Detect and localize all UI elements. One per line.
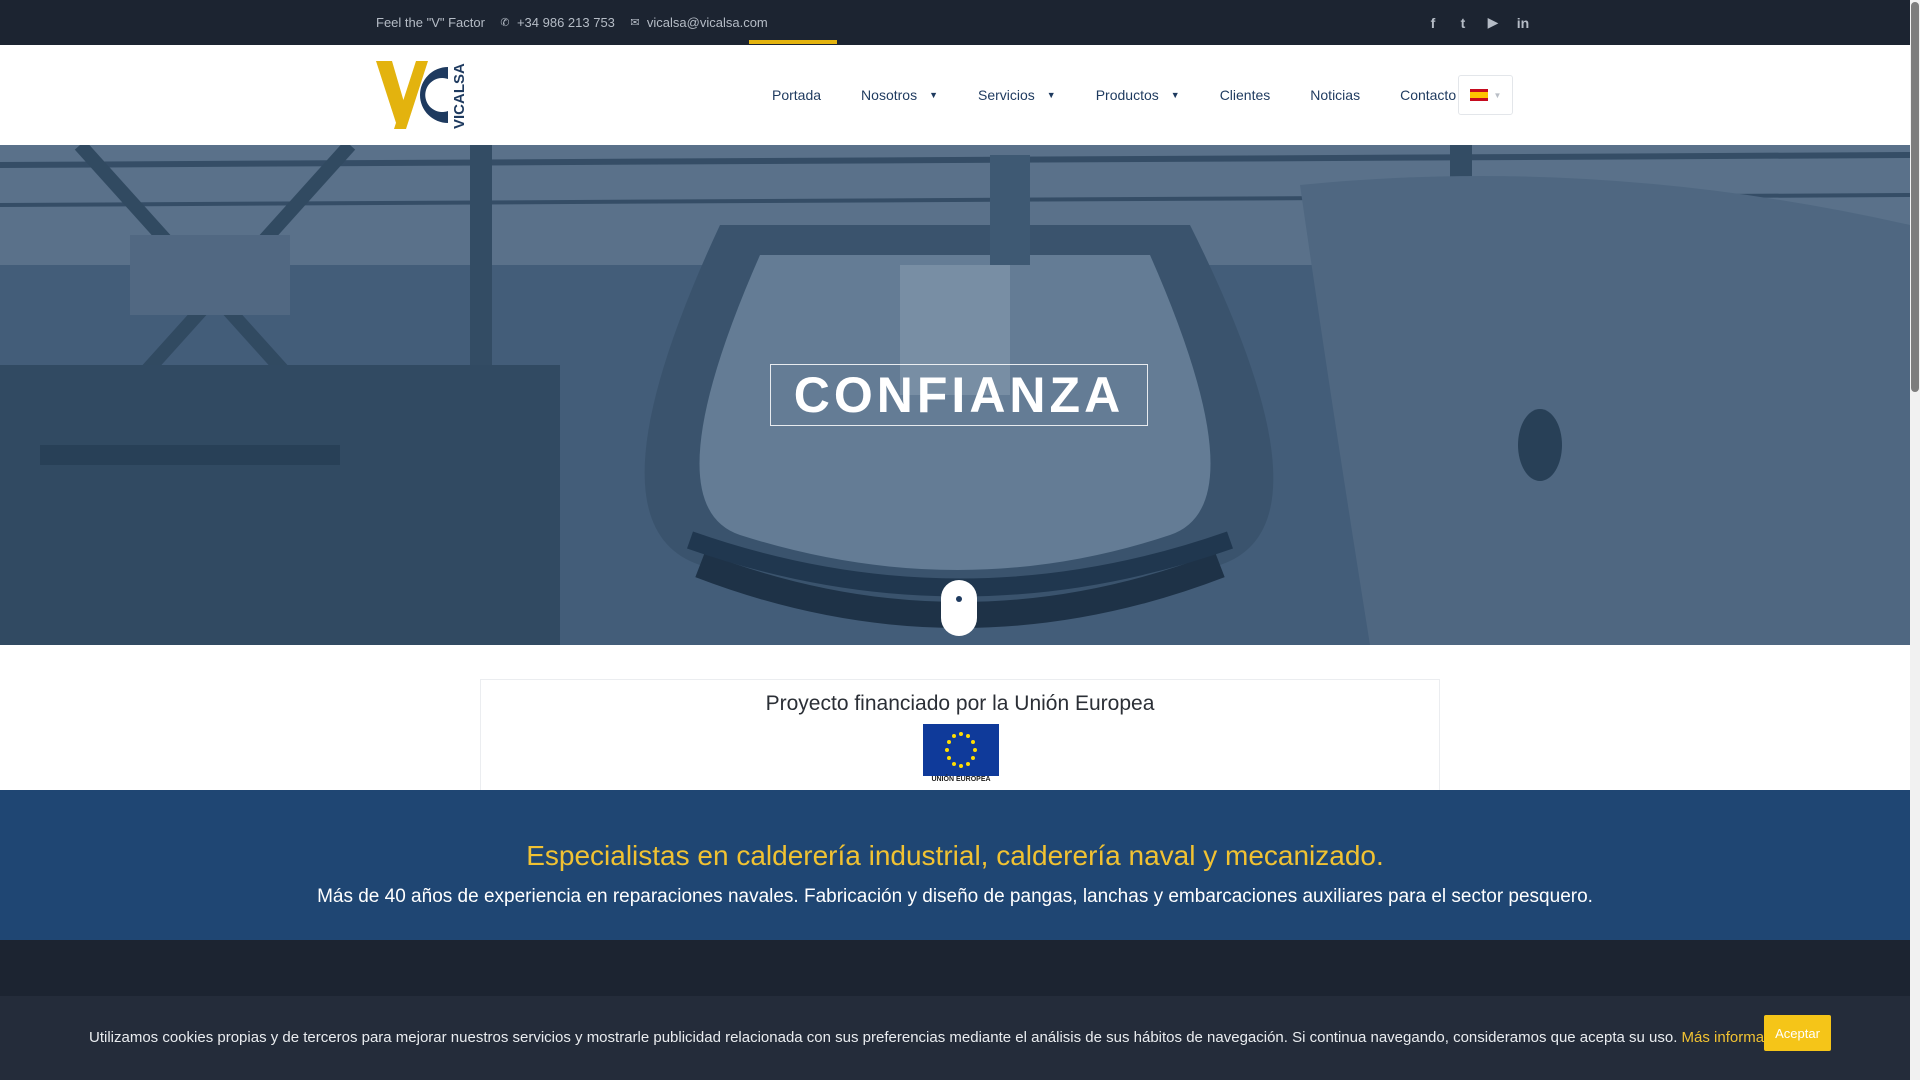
linkedin-icon[interactable]: in	[1516, 15, 1530, 31]
nav-servicios[interactable]: Servicios ▼	[958, 87, 1076, 103]
nav-label: Nosotros	[861, 87, 918, 103]
cookie-text: Utilizamos cookies propias y de terceros…	[89, 1029, 1678, 1046]
chevron-down-icon: ▼	[1493, 90, 1502, 100]
site-header: VICALSA Portada Nosotros ▼ Servicios ▼ Pro…	[0, 45, 1910, 145]
caret-down-icon: ▼	[1046, 90, 1056, 100]
facebook-icon[interactable]: f	[1426, 15, 1440, 31]
eu-flag-icon	[923, 724, 999, 776]
cookie-accept-button[interactable]: Aceptar	[1764, 1015, 1831, 1051]
scroll-dot	[956, 596, 962, 602]
tagline: Feel the "V" Factor	[376, 15, 485, 30]
caret-down-icon: ▼	[929, 90, 938, 100]
spain-flag-icon	[1469, 89, 1488, 101]
hero-slider: CONFIANZA	[0, 145, 1910, 645]
cookie-message: Utilizamos cookies propias y de terceros…	[89, 1029, 1796, 1046]
eu-funding-box: Proyecto financiado por la Unión Europea…	[480, 679, 1440, 790]
email-link[interactable]: ✉ vicalsa@vicalsa.com	[629, 15, 768, 30]
top-bar: Feel the "V" Factor ✆ +34 986 213 753 ✉ …	[0, 0, 1910, 45]
active-nav-indicator	[749, 40, 837, 44]
nav-clientes[interactable]: Clientes	[1200, 87, 1291, 103]
nav-label: Contacto	[1400, 87, 1457, 103]
hero-title-frame: CONFIANZA	[770, 364, 1148, 426]
main-nav: Portada Nosotros ▼ Servicios ▼ Productos ▼ …	[752, 45, 1476, 145]
nav-portada[interactable]: Portada	[752, 87, 841, 103]
social-links: f t ▶ in	[1426, 0, 1530, 45]
page-scrollbar[interactable]	[1910, 0, 1920, 1080]
eu-flag-label: UNIÓN EUROPEA	[931, 776, 991, 783]
banner-title: Especialistas en calderería industrial, …	[526, 840, 1384, 871]
eu-funding-title: Proyecto financiado por la Unión Europea	[765, 692, 1155, 715]
phone-icon: ✆	[500, 17, 510, 29]
hero-title: CONFIANZA	[793, 367, 1125, 423]
logo-text: VICALSA	[451, 63, 468, 129]
nav-label: Portada	[772, 87, 822, 103]
nav-label: Productos	[1095, 87, 1159, 103]
nav-nosotros[interactable]: Nosotros ▼	[841, 87, 958, 103]
scrollbar-thumb[interactable]	[1911, 2, 1919, 392]
vicalsa-logo[interactable]: VICALSA	[376, 59, 470, 131]
phone-number: +34 986 213 753	[516, 15, 615, 30]
banner-subtitle: Más de 40 años de experiencia en reparac…	[317, 886, 1593, 907]
specialties-banner: Especialistas en calderería industrial, …	[0, 790, 1910, 940]
youtube-icon[interactable]: ▶	[1486, 14, 1500, 31]
scroll-down-icon[interactable]	[941, 580, 977, 636]
envelope-icon: ✉	[630, 17, 640, 29]
nav-productos[interactable]: Productos ▼	[1076, 87, 1200, 103]
nav-noticias[interactable]: Noticias	[1290, 87, 1380, 103]
nav-label: Servicios	[978, 87, 1035, 103]
nav-label: Clientes	[1219, 87, 1271, 103]
phone-link[interactable]: ✆ +34 986 213 753	[499, 15, 615, 30]
caret-down-icon: ▼	[1170, 90, 1180, 100]
language-selector[interactable]: ▼	[1458, 75, 1513, 115]
cookie-consent-bar: Utilizamos cookies propias y de terceros…	[0, 996, 1910, 1080]
nav-label: Noticias	[1310, 87, 1361, 103]
email-address: vicalsa@vicalsa.com	[646, 15, 768, 30]
top-bar-contact: Feel the "V" Factor ✆ +34 986 213 753 ✉ …	[376, 0, 768, 45]
twitter-icon[interactable]: t	[1456, 15, 1470, 31]
eu-funding-section: Proyecto financiado por la Unión Europea…	[0, 645, 1910, 790]
